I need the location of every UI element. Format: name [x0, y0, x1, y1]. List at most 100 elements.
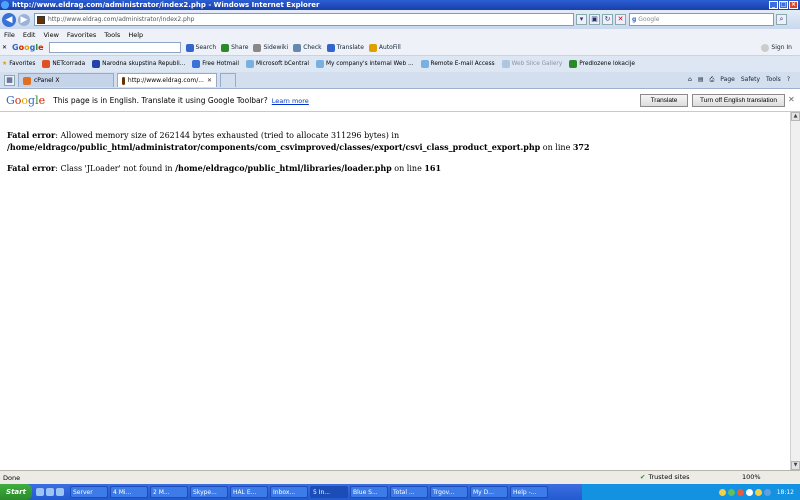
translate-bar-close-icon[interactable]: ✕ [788, 95, 795, 104]
compat-view-button[interactable]: ▾ [576, 14, 587, 25]
menu-edit[interactable]: Edit [23, 31, 36, 39]
site-favicon-icon [122, 76, 125, 85]
turn-off-translation-button[interactable]: Turn off English translation [692, 94, 785, 107]
address-url: http://www.eldrag.com/administrator/inde… [48, 16, 195, 23]
toolbar-search-button[interactable]: Search [185, 43, 216, 52]
google-toolbar-search-input[interactable] [48, 42, 181, 53]
fav-icon [316, 60, 324, 68]
quicklaunch-icon[interactable] [46, 488, 54, 496]
favorites-bar: ★ Favorites NETcorrada Narodna skupstina … [0, 56, 800, 72]
quick-launch [36, 488, 64, 496]
toolbar-translate-button[interactable]: Translate [326, 43, 364, 52]
scroll-up-icon[interactable]: ▲ [791, 112, 800, 121]
error-message: Fatal error: Class 'JLoader' not found i… [7, 163, 442, 173]
fav-item-netcorrada[interactable]: NETcorrada [42, 60, 85, 68]
tab-eldrag[interactable]: http://www.eldrag.com/... ✕ [117, 73, 217, 87]
home-icon[interactable]: ⌂ [688, 76, 692, 84]
cpanel-icon [23, 76, 31, 85]
error-message: Fatal error: Allowed memory size of 2621… [7, 130, 590, 152]
tab-bar: ▦ cPanel X http://www.eldrag.com/... ✕ ⌂… [0, 72, 800, 89]
new-tab-button[interactable] [220, 73, 236, 87]
tray-icon[interactable] [727, 488, 735, 496]
tray-icon[interactable] [736, 488, 744, 496]
window-titlebar: http://www.eldrag.com/administrator/inde… [0, 0, 800, 10]
taskbar-item[interactable]: Blue S... [350, 486, 388, 498]
taskbar-item[interactable]: My D... [470, 486, 508, 498]
quick-tabs-button[interactable]: ▦ [4, 74, 15, 86]
quicklaunch-icon[interactable] [36, 488, 44, 496]
fav-item-web-slice[interactable]: Web Slice Gallery [501, 60, 562, 68]
address-toolbar: ◀ ▶ http://www.eldrag.com/administrator/… [0, 10, 800, 29]
stop-button[interactable]: ✕ [615, 14, 626, 25]
taskbar-item[interactable]: 5 In... [310, 486, 348, 498]
address-input[interactable]: http://www.eldrag.com/administrator/inde… [34, 13, 574, 26]
menu-file[interactable]: File [4, 31, 15, 39]
fav-item-company-web[interactable]: My company's internal Web ... [316, 60, 414, 68]
clock: 18:12 [776, 488, 794, 496]
status-text: Done [3, 473, 21, 482]
fav-icon [92, 60, 101, 68]
toolbar-signin-button[interactable]: Sign In [761, 43, 792, 52]
minimize-button[interactable]: _ [769, 1, 778, 9]
taskbar-item[interactable]: HAL E... [230, 486, 268, 498]
menu-favorites[interactable]: Favorites [67, 31, 96, 39]
refresh-button[interactable]: ↻ [602, 14, 613, 25]
tab-close-icon[interactable]: ✕ [207, 77, 212, 84]
close-window-button[interactable]: × [789, 1, 798, 9]
tab-cpanel[interactable]: cPanel X [18, 73, 114, 87]
toolbar-sidewiki-button[interactable]: Sidewiki [253, 43, 288, 52]
start-button[interactable]: Start [0, 484, 32, 500]
learn-more-link[interactable]: Learn more [272, 97, 309, 105]
toolbar-close-icon[interactable]: ✕ [2, 44, 7, 51]
tray-icon[interactable] [754, 488, 762, 496]
taskbar-item[interactable]: Trgov... [430, 486, 468, 498]
forward-button[interactable]: ▶ [18, 13, 30, 26]
safety-menu[interactable]: Safety [741, 76, 760, 84]
toolbar-share-button[interactable]: Share [221, 43, 248, 52]
windows-taskbar: Start Server 4 Mi... 2 M... Skype... HAL… [0, 484, 800, 500]
page-menu[interactable]: Page [720, 76, 735, 84]
back-button[interactable]: ◀ [2, 12, 16, 27]
vertical-scrollbar[interactable]: ▲ ▼ [790, 112, 800, 470]
quicklaunch-icon[interactable] [56, 488, 64, 496]
taskbar-item[interactable]: 4 Mi... [110, 486, 148, 498]
print-icon[interactable]: ⎙ [709, 76, 714, 84]
favorites-button[interactable]: ★ Favorites [2, 61, 35, 67]
feeds-icon[interactable]: ▤ [698, 76, 704, 84]
menu-view[interactable]: View [43, 31, 58, 39]
search-input[interactable]: g Google [629, 13, 774, 26]
scroll-down-icon[interactable]: ▼ [791, 461, 800, 470]
ie-logo-icon [1, 1, 9, 9]
security-zone[interactable]: ✔ Trusted sites [640, 473, 690, 481]
fav-item-predlozene[interactable]: Predlozene lokacije [569, 60, 635, 68]
status-bar: Done ✔ Trusted sites 100% [0, 470, 800, 484]
taskbar-item[interactable]: Inbox... [270, 486, 308, 498]
taskbar-item[interactable]: Total ... [390, 486, 428, 498]
zoom-level[interactable]: 100% [742, 473, 761, 481]
fav-item-remote-email[interactable]: Remote E-mail Access [420, 60, 495, 68]
maximize-button[interactable]: □ [779, 1, 788, 9]
help-icon[interactable]: ? [787, 76, 790, 84]
page-icon[interactable]: ▣ [589, 14, 600, 25]
translate-button[interactable]: Translate [640, 94, 688, 107]
fav-item-narodna[interactable]: Narodna skupstina Republi... [92, 60, 185, 68]
tray-icon[interactable] [718, 488, 726, 496]
search-button[interactable]: ⌕ [776, 14, 787, 25]
taskbar-item[interactable]: Help -... [510, 486, 548, 498]
google-toolbar-logo: Google [12, 43, 44, 52]
page-content: Fatal error: Allowed memory size of 2621… [0, 112, 790, 470]
toolbar-check-button[interactable]: Check [293, 43, 322, 52]
taskbar-item[interactable]: 2 M... [150, 486, 188, 498]
share-icon [221, 43, 230, 52]
fav-item-bcentral[interactable]: Microsoft bCentral [245, 60, 309, 68]
toolbar-autofill-button[interactable]: AutoFill [368, 43, 401, 52]
tools-menu[interactable]: Tools [766, 76, 781, 84]
menu-tools[interactable]: Tools [104, 31, 120, 39]
taskbar-item[interactable]: Skype... [190, 486, 228, 498]
tray-icon[interactable] [745, 488, 753, 496]
fav-item-hotmail[interactable]: Free Hotmail [192, 60, 239, 68]
tray-icon[interactable] [763, 488, 771, 496]
menu-help[interactable]: Help [128, 31, 143, 39]
star-icon: ★ [2, 61, 8, 67]
taskbar-item[interactable]: Server [70, 486, 108, 498]
